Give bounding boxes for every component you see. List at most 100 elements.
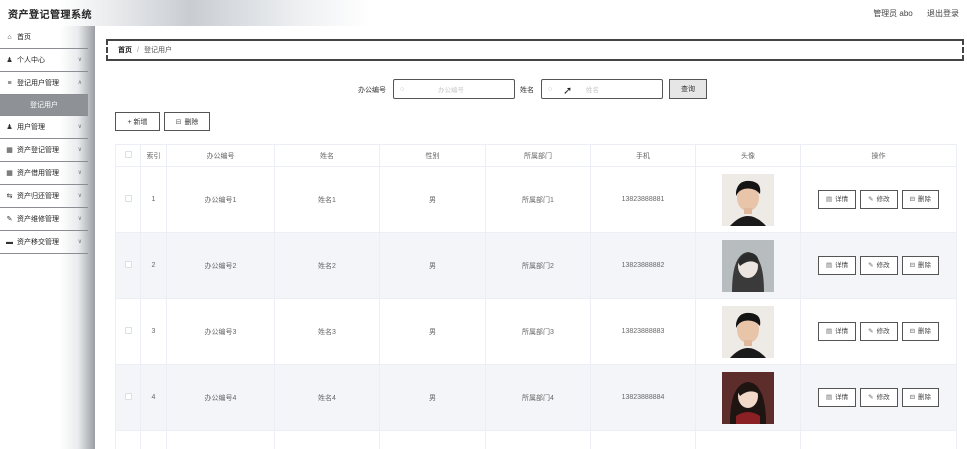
cell-index: 2 (140, 232, 167, 299)
row-select-cell[interactable] (115, 166, 141, 233)
trash-icon: ⊟ (909, 394, 916, 401)
delete-button[interactable]: ⊟ 删除 (164, 112, 210, 131)
row-select-cell[interactable] (115, 232, 141, 299)
avatar[interactable] (722, 173, 774, 226)
cell-name: 姓名4 (274, 364, 380, 431)
cell-gender: 男 (379, 298, 486, 365)
col-header-avatar: 头像 (695, 144, 801, 167)
cell-avatar (695, 364, 801, 431)
select-all-cell[interactable] (115, 144, 141, 167)
sidebar-item-asset-borrow[interactable]: ▦ 资产借用管理 ∨ (0, 162, 88, 185)
table-row[interactable] (115, 430, 957, 449)
table-cell (140, 430, 167, 449)
admin-user-label[interactable]: 管理员 abo (873, 9, 913, 18)
col-header-phone: 手机 (590, 144, 696, 167)
add-button[interactable]: + 新增 (115, 112, 160, 131)
top-header: 资产登记管理系统 管理员 abo 退出登录 (0, 0, 967, 26)
edit-button[interactable]: ✎ 修改 (860, 388, 898, 407)
row-delete-button[interactable]: ⊟ 删除 (901, 190, 940, 209)
cell-phone: 13823888881 (590, 166, 696, 233)
cell-actions: ▤ 详情 ✎ 修改 ⊟ 删除 (800, 298, 957, 365)
document-icon: ▤ (825, 328, 833, 335)
detail-button[interactable]: ▤ 详情 (817, 322, 857, 341)
col-header-gender: 性别 (379, 144, 486, 167)
breadcrumb-separator: / (137, 46, 139, 54)
table-row[interactable]: 3 办公编号3 姓名3 男所属部门3 13823888883 ▤ 详情 ✎ 修改 ⊟ 删除 (115, 298, 957, 365)
avatar[interactable] (722, 239, 774, 292)
sidebar-item-home[interactable]: ⌂ 首页 (0, 26, 88, 49)
office-number-input[interactable]: ○ 办公编号 (393, 79, 515, 99)
name-input[interactable]: ○ 姓名 (541, 79, 663, 99)
row-checkbox[interactable] (124, 261, 132, 268)
sidebar-item-label: 资产移交管理 (17, 239, 59, 246)
table-row[interactable]: 1 办公编号1 姓名1 男所属部门1 13823888881 ▤ 详情 ✎ 修改 ⊟ 删除 (115, 166, 957, 233)
select-all-checkbox[interactable] (124, 151, 132, 158)
logout-link[interactable]: 退出登录 (927, 9, 959, 18)
col-header-office-number: 办公编号 (166, 144, 275, 167)
sidebar-item-asset-transfer[interactable]: ▬ 资产移交管理 ∨ (0, 231, 88, 254)
transfer-icon: ▬ (6, 238, 13, 246)
sidebar-item-asset-repair[interactable]: ✎ 资产维修管理 ∨ (0, 208, 88, 231)
cell-department: 所属部门2 (485, 232, 591, 299)
grid-icon: ▦ (6, 170, 13, 177)
table-row[interactable]: 4 办公编号4 姓名4 男所属部门4 13823888884 ▤ 详情 ✎ 修改 ⊟ 删除 (115, 364, 957, 431)
col-header-name: 姓名 (274, 144, 380, 167)
edit-label: 修改 (876, 196, 890, 203)
edit-button[interactable]: ✎ 修改 (860, 322, 898, 341)
chevron-down-icon: ∨ (77, 57, 82, 63)
home-icon: ⌂ (7, 33, 12, 41)
row-select-cell[interactable] (115, 364, 141, 431)
sidebar-item-label: 登记用户管理 (17, 80, 59, 87)
edit-button[interactable]: ✎ 修改 (860, 190, 898, 209)
cell-office-number: 办公编号4 (166, 364, 275, 431)
sidebar-item-label: 资产借用管理 (17, 170, 59, 177)
cell-name: 姓名1 (274, 166, 380, 233)
row-select-cell[interactable] (115, 298, 141, 365)
search-icon: ○ (548, 85, 553, 93)
delete-button-label: 删除 (184, 118, 199, 126)
row-delete-label: 删除 (918, 262, 932, 269)
row-delete-button[interactable]: ⊟ 删除 (901, 388, 940, 407)
sidebar-item-asset-register[interactable]: ▦ 资产登记管理 ∨ (0, 139, 88, 162)
sidebar-item-label: 首页 (17, 34, 31, 41)
trash-icon: ⊟ (909, 262, 916, 269)
sidebar-item-registered-users[interactable]: ≡ 登记用户管理 ∧ (0, 72, 88, 95)
pencil-icon: ✎ (868, 262, 874, 269)
sidebar-subitem-registered-user[interactable]: 登记用户 (0, 95, 88, 116)
cell-department: 所属部门1 (485, 166, 591, 233)
row-delete-label: 删除 (918, 328, 932, 335)
edit-button[interactable]: ✎ 修改 (860, 256, 898, 275)
detail-button[interactable]: ▤ 详情 (817, 190, 857, 209)
row-delete-button[interactable]: ⊟ 删除 (901, 322, 940, 341)
query-button[interactable]: 查询 (669, 79, 707, 99)
app-title: 资产登记管理系统 (8, 10, 92, 21)
breadcrumb-home[interactable]: 首页 (118, 45, 132, 55)
sidebar-item-label: 资产归还管理 (17, 193, 59, 200)
cell-avatar (695, 298, 801, 365)
sidebar-item-label: 用户管理 (17, 124, 45, 131)
col-header-department: 所属部门 (485, 144, 591, 167)
row-checkbox[interactable] (124, 195, 132, 202)
row-checkbox[interactable] (124, 327, 132, 334)
sidebar-item-users[interactable]: ♟ 用户管理 ∨ (0, 116, 88, 139)
table-cell (379, 430, 486, 449)
row-checkbox[interactable] (124, 393, 132, 400)
detail-button[interactable]: ▤ 详情 (817, 256, 857, 275)
search-icon: ○ (400, 85, 405, 93)
row-delete-button[interactable]: ⊟ 删除 (901, 256, 940, 275)
document-icon: ▤ (825, 394, 833, 401)
table-row[interactable]: 2 办公编号2 姓名2 男所属部门2 13823888882 ▤ 详情 ✎ 修改 ⊟ 删除 (115, 232, 957, 299)
cell-avatar (695, 232, 801, 299)
avatar[interactable] (722, 371, 774, 424)
row-delete-label: 删除 (918, 394, 932, 401)
chevron-down-icon: ∨ (77, 193, 82, 199)
sidebar-item-profile[interactable]: ♟ 个人中心 ∨ (0, 49, 88, 72)
breadcrumb: 首页 / 登记用户 (106, 39, 964, 61)
cell-gender: 男 (379, 232, 486, 299)
edit-label: 修改 (876, 262, 890, 269)
cell-index: 1 (140, 166, 167, 233)
avatar[interactable] (722, 305, 774, 358)
sidebar-item-asset-return[interactable]: ⇆ 资产归还管理 ∨ (0, 185, 88, 208)
detail-button[interactable]: ▤ 详情 (817, 388, 857, 407)
table-header-row: 索引 办公编号 姓名 性别 所属部门 手机 头像 操作 (115, 144, 957, 167)
